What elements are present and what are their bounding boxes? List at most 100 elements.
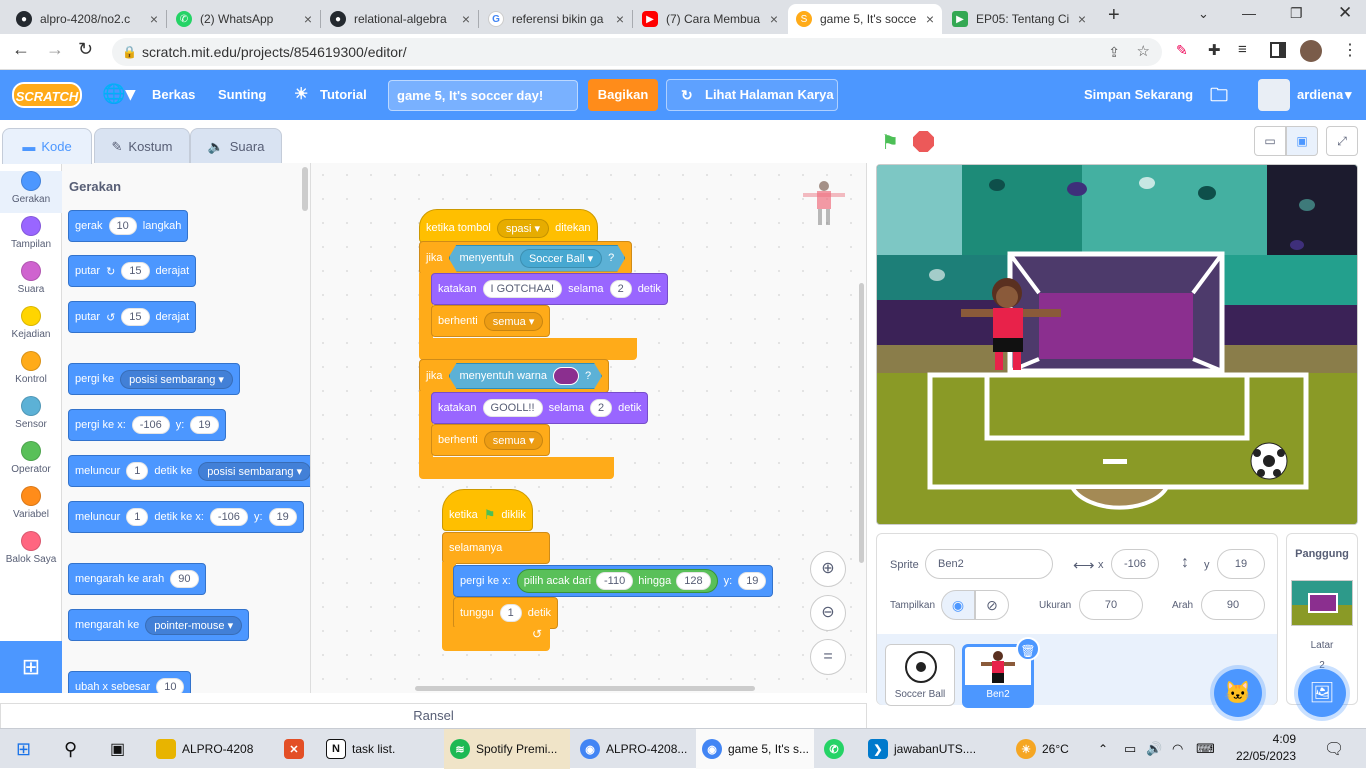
taskbar-whatsapp[interactable]: ✆ (818, 729, 858, 769)
block-forever[interactable]: selamanya (442, 532, 550, 564)
user-avatar[interactable] (1258, 79, 1290, 111)
restore-icon[interactable]: ❐ (1290, 5, 1303, 22)
block-input[interactable]: GOOLL!! (482, 399, 543, 417)
save-now-link[interactable]: Simpan Sekarang (1084, 70, 1193, 120)
block-dropdown[interactable]: posisi sembarang ▾ (198, 461, 310, 481)
block-stop[interactable]: berhenti semua ▾ (431, 305, 551, 337)
edit-menu[interactable]: Sunting (218, 70, 266, 120)
taskbar-spotify[interactable]: ≋ Spotify Premi... (444, 729, 570, 769)
block-turn-right[interactable]: putar ↻ 15 derajat (68, 255, 197, 287)
workspace-vertical-scrollbar[interactable] (859, 283, 864, 563)
block-when-flag-clicked[interactable]: ketika ⚑ diklik (442, 489, 533, 531)
taskbar-file-explorer[interactable]: ALPRO-4208 (150, 729, 290, 769)
block-say-for-secs[interactable]: katakan GOOLL!! selama 2 detik (431, 392, 649, 424)
block-turn-left[interactable]: putar ↺ 15 derajat (68, 301, 197, 333)
category-operators[interactable]: Operator (0, 441, 62, 475)
block-input[interactable]: 128 (676, 572, 711, 590)
block-change-x[interactable]: ubah x sebesar 10 (68, 671, 192, 693)
forward-icon[interactable]: → (46, 39, 64, 60)
taskbar-chrome-scratch[interactable]: ◉ game 5, It's s... (696, 729, 814, 769)
sprite-direction-input[interactable]: 90 (1201, 590, 1265, 620)
category-sensing[interactable]: Sensor (0, 396, 62, 430)
taskbar-chrome-alpro[interactable]: ◉ ALPRO-4208... (574, 729, 692, 769)
tab-search-icon[interactable]: ⌄ (1198, 6, 1209, 22)
clock-time[interactable]: 4:09 (1214, 732, 1296, 746)
volume-icon[interactable]: 🔊 (1140, 729, 1164, 769)
choose-sprite-cat-icon[interactable]: 🐱 (1214, 669, 1262, 717)
category-control[interactable]: Kontrol (0, 351, 62, 385)
block-dropdown[interactable]: spasi ▾ (496, 218, 550, 238)
block-input[interactable]: 10 (108, 217, 137, 235)
tab-sounds[interactable]: 🔈 Suara (190, 128, 282, 164)
category-looks[interactable]: Tampilan (0, 216, 62, 250)
extensions-puzzle-icon[interactable]: ✚ (1208, 41, 1221, 59)
large-stage-icon[interactable]: ▣ (1286, 126, 1318, 156)
fullscreen-icon[interactable]: ⤢ (1326, 126, 1358, 156)
backpack-bar[interactable]: Ransel (0, 703, 867, 729)
pen-extension-icon[interactable]: ✎ (1176, 42, 1188, 59)
category-motion[interactable]: Gerakan (0, 171, 62, 213)
category-sound[interactable]: Suara (0, 261, 62, 295)
block-input[interactable]: -106 (131, 416, 170, 434)
block-dropdown[interactable]: Soccer Ball ▾ (520, 249, 602, 268)
choose-backdrop-icon[interactable]: 🖼 (1298, 669, 1346, 717)
taskbar-weather[interactable]: ☀ 26°C (1010, 729, 1090, 769)
sprite-size-input[interactable]: 70 (1079, 590, 1143, 620)
stop-sign-button[interactable] (913, 131, 934, 152)
category-variables[interactable]: Variabel (0, 486, 62, 520)
block-input[interactable]: 15 (121, 308, 150, 326)
close-icon[interactable]: × (1078, 11, 1086, 27)
block-input[interactable]: 1 (126, 462, 149, 480)
close-icon[interactable]: × (462, 11, 470, 27)
scratch-logo[interactable]: SCRATCH (12, 82, 82, 108)
zoom-in-icon[interactable]: ⊕ (810, 551, 846, 587)
language-globe-icon[interactable]: 🌐▾ (102, 70, 135, 120)
profile-avatar[interactable] (1300, 40, 1322, 62)
battery-icon[interactable]: ▭ (1118, 729, 1142, 769)
block-input[interactable]: 2 (590, 399, 613, 417)
category-my-blocks[interactable]: Balok Saya (0, 531, 62, 565)
taskbar-notion[interactable]: Ntask list. (320, 729, 438, 769)
category-events[interactable]: Kejadian (0, 306, 62, 340)
close-icon[interactable]: × (616, 11, 624, 27)
block-input[interactable]: -110 (596, 572, 634, 590)
block-input[interactable]: I GOTCHAA! (482, 280, 563, 298)
block-go-to-xy[interactable]: pergi ke x: pilih acak dari -110 hingga 128 y… (453, 565, 774, 597)
block-input[interactable]: -106 (209, 508, 248, 526)
account-caret-icon[interactable]: ▾ (1345, 70, 1352, 120)
browser-tab-active[interactable]: S game 5, It's socce × (788, 4, 942, 34)
block-input[interactable]: 1 (499, 604, 522, 622)
file-menu[interactable]: Berkas (152, 70, 195, 120)
notification-icon[interactable]: 🗨 (1318, 729, 1350, 769)
block-input[interactable]: 10 (156, 678, 185, 693)
block-input[interactable]: 19 (738, 572, 767, 590)
reload-icon[interactable]: ↻ (78, 39, 93, 60)
small-stage-icon[interactable]: ▭ (1254, 126, 1286, 156)
sprite-x-input[interactable]: -106 (1111, 549, 1159, 579)
block-input[interactable]: 2 (609, 280, 632, 298)
show-hidden-eye-icon[interactable]: ⊘ (975, 590, 1009, 620)
address-bar[interactable]: 🔒 scratch.mit.edu/projects/854619300/edi… (112, 38, 1162, 66)
windows-start-icon[interactable]: ⊞ (10, 729, 31, 769)
block-dropdown[interactable]: posisi sembarang ▾ (120, 369, 233, 389)
block-input[interactable]: 1 (126, 508, 149, 526)
show-visible-eye-icon[interactable]: ◉ (941, 590, 975, 620)
block-if-touching-ball[interactable]: jika menyentuh Soccer Ball ▾? (419, 241, 633, 275)
taskbar-xampp[interactable]: ✕ (278, 729, 318, 769)
block-pick-random[interactable]: pilih acak dari -110 hingga 128 (516, 569, 718, 593)
minimize-icon[interactable]: — (1242, 5, 1256, 21)
tab-costumes[interactable]: ✎ Kostum (94, 128, 190, 164)
block-point-towards[interactable]: mengarah ke pointer-mouse ▾ (68, 609, 250, 641)
color-swatch[interactable] (553, 367, 579, 385)
block-when-key-pressed[interactable]: ketika tombol spasi ▾ ditekan (419, 209, 598, 243)
green-flag-button[interactable]: ⚑ (881, 130, 899, 155)
browser-tab[interactable]: ● alpro-4208/no2.c × (8, 4, 166, 34)
browser-tab[interactable]: ▶ (7) Cara Membua × (634, 4, 786, 34)
taskbar-vscode[interactable]: ❯ jawabanUTS.... (862, 729, 994, 769)
project-title-input[interactable]: game 5, It's soccer day! (388, 80, 578, 111)
block-go-to-xy[interactable]: pergi ke x: -106 y: 19 (68, 409, 226, 441)
block-input[interactable]: 90 (170, 570, 199, 588)
back-icon[interactable]: ← (12, 39, 30, 60)
block-dropdown[interactable]: semua ▾ (483, 311, 544, 331)
side-panel-icon[interactable] (1270, 42, 1286, 58)
